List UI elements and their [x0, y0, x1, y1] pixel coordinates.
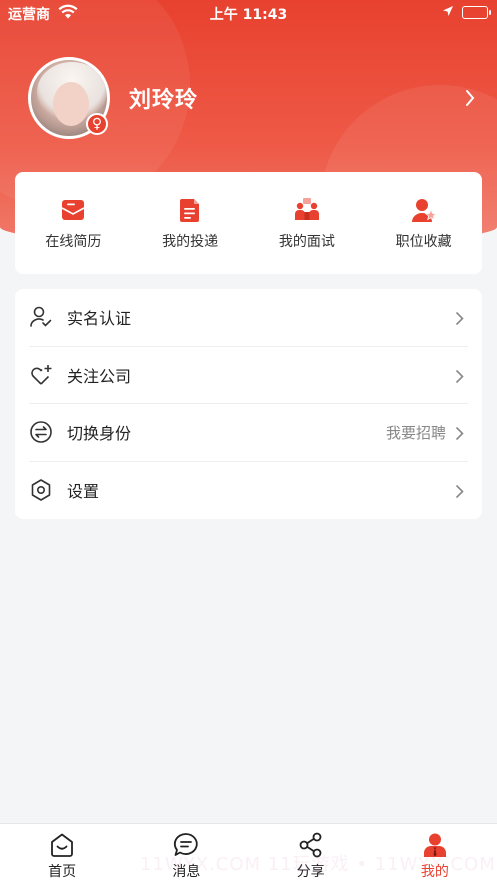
avatar-face	[53, 82, 89, 126]
interview-icon	[294, 198, 319, 220]
battery-icon	[462, 6, 491, 19]
document-icon	[180, 199, 200, 222]
quick-action-resume[interactable]: 在线简历	[15, 172, 132, 274]
quick-action-label: 在线简历	[45, 234, 102, 250]
menu-item-switch-identity[interactable]: 切换身份 我要招聘	[29, 404, 468, 462]
menu-item-label: 实名认证	[67, 309, 132, 329]
chevron-right-icon	[455, 484, 464, 498]
switch-icon	[30, 421, 52, 444]
chevron-right-icon	[455, 426, 464, 441]
quick-actions-card: 在线简历 我的投递 我的面试 职位收藏	[15, 172, 482, 274]
quick-action-label: 职位收藏	[395, 234, 452, 250]
watermark: 11WYX.COM 11玩游戏 • 11WYX.COM	[140, 854, 496, 875]
favorite-person-icon	[411, 199, 437, 222]
chevron-right-icon[interactable]	[464, 89, 476, 111]
tab-label: 首页	[48, 864, 77, 880]
menu-item-label: 切换身份	[67, 424, 132, 444]
quick-action-applications[interactable]: 我的投递	[132, 172, 249, 274]
quick-action-label: 我的面试	[278, 234, 335, 250]
menu-item-real-name-verification[interactable]: 实名认证	[29, 289, 468, 347]
user-verify-icon	[30, 306, 52, 328]
heart-plus-icon	[31, 364, 52, 385]
home-icon	[51, 833, 74, 857]
chevron-right-icon	[455, 369, 464, 383]
location-arrow-icon	[442, 5, 454, 21]
user-name: 刘玲玲	[129, 88, 199, 113]
menu-item-settings[interactable]: 设置	[29, 462, 468, 520]
quick-action-favorites[interactable]: 职位收藏	[365, 172, 482, 274]
quick-action-label: 我的投递	[162, 234, 219, 250]
chevron-right-icon	[455, 311, 464, 326]
quick-action-interviews[interactable]: 我的面试	[249, 172, 366, 274]
female-icon: ♀	[86, 113, 108, 135]
profile-header[interactable]: ♀ 刘玲玲	[28, 57, 478, 139]
hexagon-settings-icon	[31, 479, 51, 502]
settings-menu: 实名认证 关注公司 切换身份 我要招聘 设置	[15, 289, 482, 519]
menu-item-followed-companies[interactable]: 关注公司	[29, 347, 468, 404]
menu-item-label: 关注公司	[67, 366, 132, 386]
status-bar: 运营商 上午 11:43	[0, 0, 497, 26]
menu-item-label: 设置	[67, 482, 100, 502]
clock: 上午 11:43	[209, 7, 288, 23]
resume-mail-icon	[61, 200, 85, 220]
menu-item-value: 我要招聘	[385, 423, 446, 442]
tab-home[interactable]: 首页	[0, 824, 124, 883]
